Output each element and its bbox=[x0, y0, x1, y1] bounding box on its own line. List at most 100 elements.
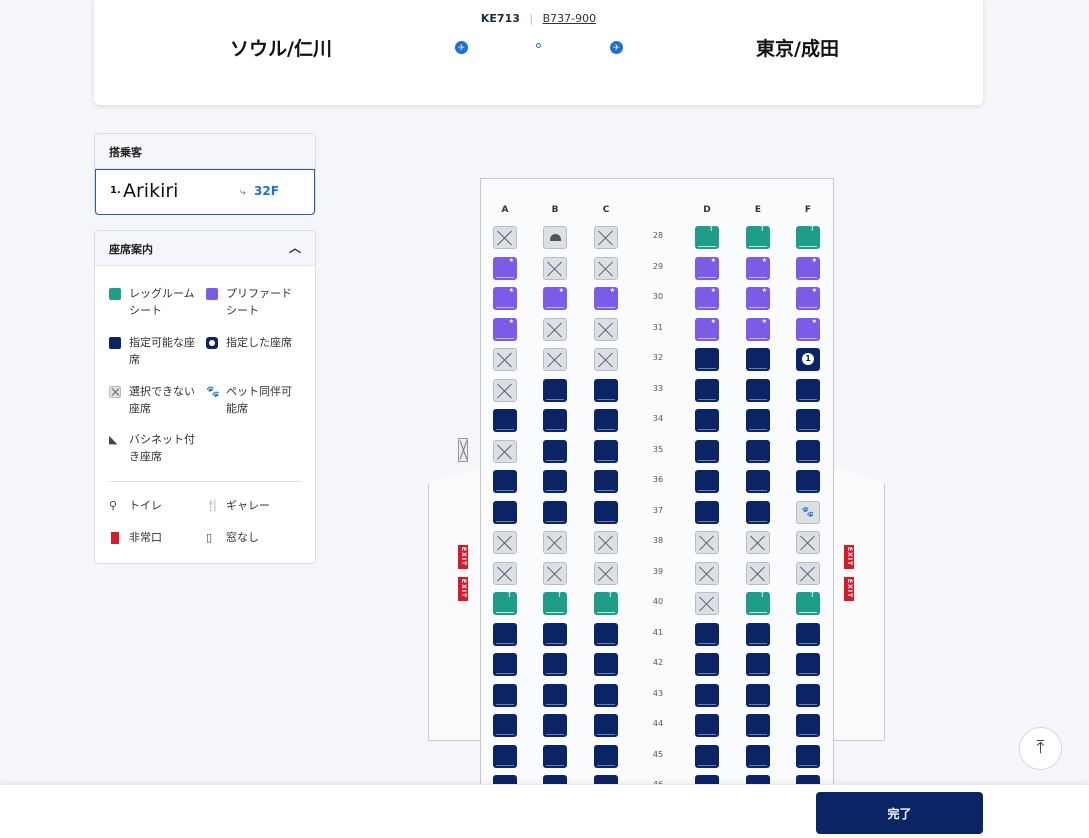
preferred-seat-icon bbox=[206, 288, 218, 300]
seat-30c[interactable] bbox=[594, 287, 618, 310]
seat-34c[interactable] bbox=[594, 409, 618, 432]
seat-44b[interactable] bbox=[543, 714, 567, 737]
seat-29d[interactable] bbox=[695, 257, 719, 280]
chevron-up-icon[interactable]: ︿ bbox=[289, 239, 301, 256]
seat-41d[interactable] bbox=[695, 623, 719, 646]
seat-29a[interactable] bbox=[493, 257, 517, 280]
seat-35f[interactable] bbox=[796, 440, 820, 463]
seat-32e[interactable] bbox=[746, 348, 770, 371]
seat-36b[interactable] bbox=[543, 470, 567, 493]
seat-40a[interactable] bbox=[493, 590, 517, 615]
seat-39f bbox=[796, 562, 820, 585]
seat-42e[interactable] bbox=[746, 653, 770, 676]
seat-28f[interactable] bbox=[796, 224, 820, 249]
seat-41e[interactable] bbox=[746, 623, 770, 646]
seat-35e[interactable] bbox=[746, 440, 770, 463]
seat-45e[interactable] bbox=[746, 745, 770, 768]
seat-42a[interactable] bbox=[493, 653, 517, 676]
seat-43a[interactable] bbox=[493, 684, 517, 707]
seat-37a[interactable] bbox=[493, 501, 517, 524]
seat-44e[interactable] bbox=[746, 714, 770, 737]
seat-40b[interactable] bbox=[543, 590, 567, 615]
seat-34b[interactable] bbox=[543, 409, 567, 432]
seat-32f[interactable]: 1 bbox=[796, 348, 820, 371]
seat-36f[interactable] bbox=[796, 470, 820, 493]
seat-28e[interactable] bbox=[746, 224, 770, 249]
seat-42d[interactable] bbox=[695, 653, 719, 676]
seat-33b[interactable] bbox=[543, 379, 567, 402]
seat-28a bbox=[493, 226, 517, 249]
seat-44f[interactable] bbox=[796, 714, 820, 737]
seat-40f[interactable] bbox=[796, 590, 820, 615]
seat-43d[interactable] bbox=[695, 684, 719, 707]
seat-37c[interactable] bbox=[594, 501, 618, 524]
seat-35b[interactable] bbox=[543, 440, 567, 463]
aircraft-link[interactable]: B737-900 bbox=[543, 12, 597, 25]
seat-36e[interactable] bbox=[746, 470, 770, 493]
seat-45d[interactable] bbox=[695, 745, 719, 768]
seat-35c[interactable] bbox=[594, 440, 618, 463]
seat-40e[interactable] bbox=[746, 590, 770, 615]
seat-45c[interactable] bbox=[594, 745, 618, 768]
seat-35d[interactable] bbox=[695, 440, 719, 463]
column-header-a: A bbox=[501, 205, 509, 215]
seat-29f[interactable] bbox=[796, 257, 820, 280]
seat-44c[interactable] bbox=[594, 714, 618, 737]
seat-31d[interactable] bbox=[695, 318, 719, 341]
seat-36d[interactable] bbox=[695, 470, 719, 493]
seat-34a[interactable] bbox=[493, 409, 517, 432]
seat-28b[interactable] bbox=[543, 226, 567, 249]
seat-33c[interactable] bbox=[594, 379, 618, 402]
seat-42b[interactable] bbox=[543, 653, 567, 676]
seat-33e[interactable] bbox=[746, 379, 770, 402]
seat-36c[interactable] bbox=[594, 470, 618, 493]
passenger-row[interactable]: 1. Arikiri ⤷ 32F bbox=[95, 169, 315, 215]
seat-28c bbox=[594, 226, 618, 249]
seat-32d[interactable] bbox=[695, 348, 719, 371]
seat-31e[interactable] bbox=[746, 318, 770, 341]
seat-43f[interactable] bbox=[796, 684, 820, 707]
seat-33d[interactable] bbox=[695, 379, 719, 402]
seat-42f[interactable] bbox=[796, 653, 820, 676]
seat-36a[interactable] bbox=[493, 470, 517, 493]
left-wing bbox=[428, 467, 482, 741]
seat-37f[interactable]: 🐾 bbox=[796, 501, 820, 524]
passenger-panel: 搭乗客 1. Arikiri ⤷ 32F bbox=[94, 133, 316, 215]
seat-37e[interactable] bbox=[746, 501, 770, 524]
seat-43c[interactable] bbox=[594, 684, 618, 707]
seat-41b[interactable] bbox=[543, 623, 567, 646]
seat-43e[interactable] bbox=[746, 684, 770, 707]
seat-40c[interactable] bbox=[594, 590, 618, 615]
seat-41f[interactable] bbox=[796, 623, 820, 646]
seat-31f[interactable] bbox=[796, 318, 820, 341]
done-button[interactable]: 完了 bbox=[816, 792, 983, 834]
seat-44a[interactable] bbox=[493, 714, 517, 737]
seat-34f[interactable] bbox=[796, 409, 820, 432]
seat-28d[interactable] bbox=[695, 224, 719, 249]
seat-31a[interactable] bbox=[493, 318, 517, 341]
seat-29e[interactable] bbox=[746, 257, 770, 280]
seat-30a[interactable] bbox=[493, 287, 517, 310]
seat-45b[interactable] bbox=[543, 745, 567, 768]
seat-34d[interactable] bbox=[695, 409, 719, 432]
seat-37d[interactable] bbox=[695, 501, 719, 524]
seat-44d[interactable] bbox=[695, 714, 719, 737]
seat-41c[interactable] bbox=[594, 623, 618, 646]
seat-30d[interactable] bbox=[695, 287, 719, 310]
seat-30e[interactable] bbox=[746, 287, 770, 310]
right-wing bbox=[833, 467, 885, 741]
seat-45f[interactable] bbox=[796, 745, 820, 768]
legend-toggle[interactable]: 座席案内 ︿ bbox=[95, 231, 315, 266]
seat-34e[interactable] bbox=[746, 409, 770, 432]
legend-no-window-label: 窓なし bbox=[226, 531, 259, 544]
seat-41a[interactable] bbox=[493, 623, 517, 646]
seat-42c[interactable] bbox=[594, 653, 618, 676]
seat-32a bbox=[493, 348, 517, 371]
seat-33f[interactable] bbox=[796, 379, 820, 402]
seat-45a[interactable] bbox=[493, 745, 517, 768]
seat-37b[interactable] bbox=[543, 501, 567, 524]
seat-43b[interactable] bbox=[543, 684, 567, 707]
scroll-top-button[interactable]: ⤒ bbox=[1019, 727, 1062, 770]
seat-30b[interactable] bbox=[543, 287, 567, 310]
seat-30f[interactable] bbox=[796, 287, 820, 310]
